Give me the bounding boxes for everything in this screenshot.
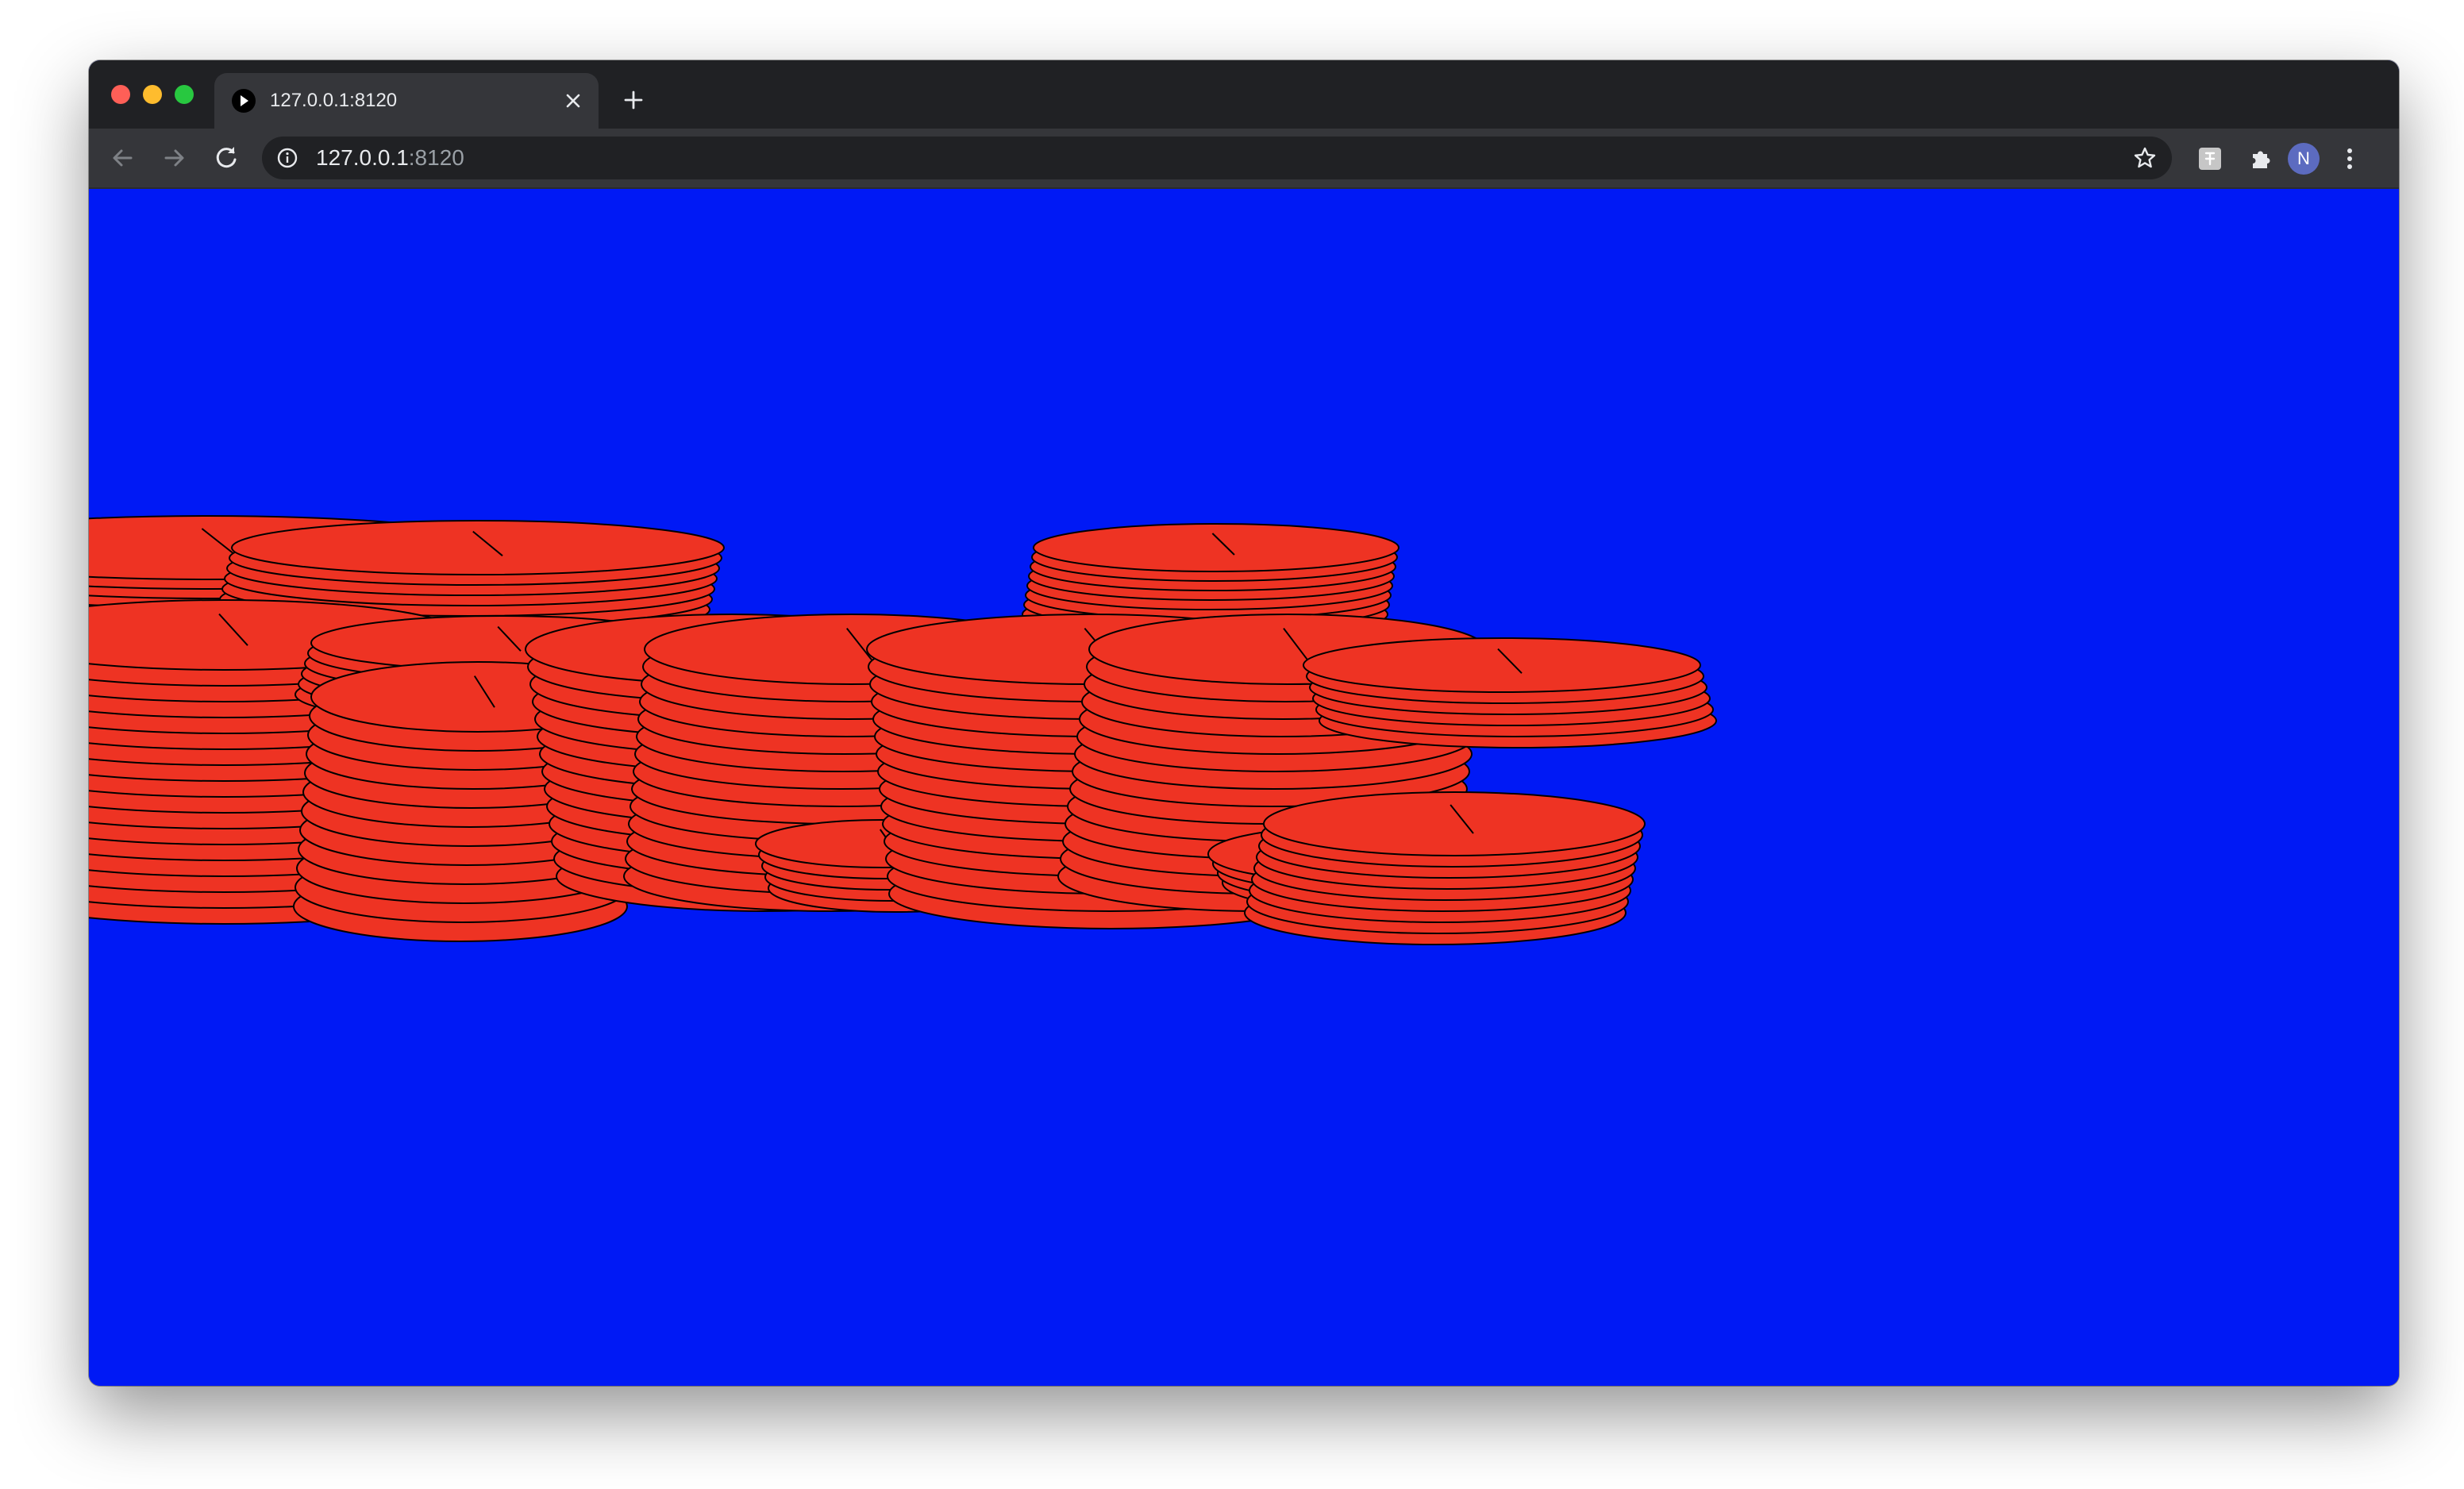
disc-2-0 xyxy=(1033,523,1399,572)
close-window-button[interactable] xyxy=(111,85,130,104)
browser-window: 127.0.0.1:8120 127.0.0.1:8120 N xyxy=(89,60,2399,1386)
tab-strip: 127.0.0.1:8120 xyxy=(89,60,2399,129)
profile-avatar[interactable]: N xyxy=(2288,143,2320,175)
tab-title: 127.0.0.1:8120 xyxy=(270,90,398,111)
puzzle-icon[interactable] xyxy=(2248,146,2273,171)
reload-icon[interactable] xyxy=(210,141,243,175)
minimize-window-button[interactable] xyxy=(143,85,162,104)
maximize-window-button[interactable] xyxy=(175,85,194,104)
page-canvas xyxy=(89,189,2399,1386)
disc-stacks-artwork xyxy=(89,515,1717,945)
disc-1-0 xyxy=(231,520,725,575)
close-tab-icon[interactable] xyxy=(559,87,587,115)
back-arrow-icon[interactable] xyxy=(106,141,140,175)
forward-arrow-icon[interactable] xyxy=(157,141,191,175)
info-icon[interactable] xyxy=(276,147,298,169)
url-host: 127.0.0.1 xyxy=(316,145,409,170)
active-tab[interactable]: 127.0.0.1:8120 xyxy=(214,73,599,129)
extension-icon[interactable] xyxy=(2197,146,2223,171)
address-bar[interactable]: 127.0.0.1:8120 xyxy=(262,137,2172,179)
browser-toolbar: 127.0.0.1:8120 N xyxy=(89,129,2399,189)
disc-12-0 xyxy=(1303,637,1701,693)
kebab-menu-icon[interactable] xyxy=(2337,144,2362,173)
star-icon[interactable] xyxy=(2132,145,2158,171)
play-icon xyxy=(232,89,256,113)
new-tab-icon[interactable] xyxy=(619,86,648,114)
disc-14-0 xyxy=(1263,791,1646,856)
url-port: :8120 xyxy=(408,145,464,170)
url-text: 127.0.0.1:8120 xyxy=(316,146,464,170)
